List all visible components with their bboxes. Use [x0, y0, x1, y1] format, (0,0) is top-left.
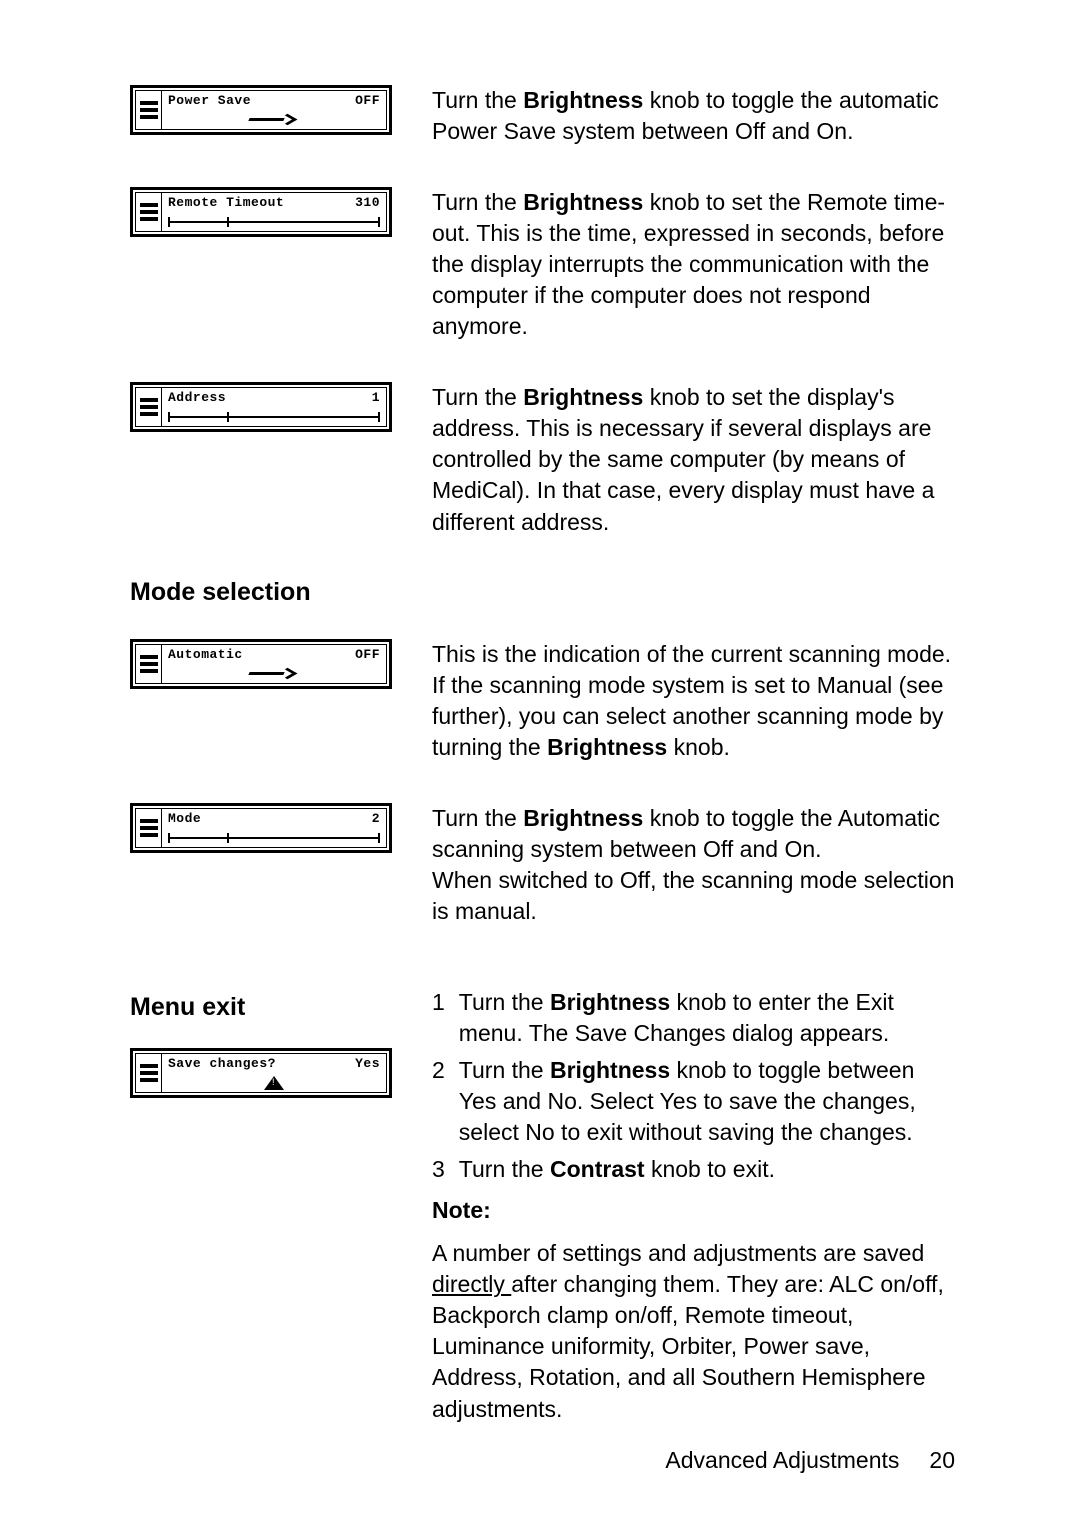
osd-value: 1: [372, 390, 380, 405]
menu-list-icon: [136, 645, 162, 683]
step-2: Turn the Brightness knob to toggle betwe…: [432, 1055, 955, 1148]
slider-icon: [168, 412, 380, 422]
osd-panel-address: Address 1: [130, 382, 392, 432]
menu-exit-steps: Turn the Brightness knob to enter the Ex…: [432, 987, 955, 1185]
menu-list-icon: [136, 91, 162, 129]
warning-icon: [264, 1076, 284, 1090]
osd-panel-power-save: Power Save OFF: [130, 85, 392, 135]
osd-label: Mode: [168, 811, 201, 826]
description-remote-timeout: Turn the Brightness knob to set the Remo…: [432, 187, 955, 342]
osd-label: Address: [168, 390, 226, 405]
note-body: A number of settings and adjustments are…: [432, 1238, 955, 1424]
note-label: Note:: [432, 1195, 955, 1226]
page-footer: Advanced Adjustments 20: [665, 1447, 955, 1474]
osd-label: Power Save: [168, 93, 251, 108]
osd-value: 310: [355, 195, 380, 210]
menu-list-icon: [136, 1054, 162, 1092]
menu-list-icon: [136, 809, 162, 847]
slider-icon: [168, 217, 380, 227]
osd-value: Yes: [355, 1056, 380, 1071]
footer-page-number: 20: [929, 1447, 955, 1474]
osd-value: 2: [372, 811, 380, 826]
step-3: Turn the Contrast knob to exit.: [432, 1154, 955, 1185]
swoosh-icon: [249, 668, 299, 680]
description-address: Turn the Brightness knob to set the disp…: [432, 382, 955, 537]
osd-label: Automatic: [168, 647, 243, 662]
osd-panel-save-changes: Save changes? Yes: [130, 1048, 392, 1098]
heading-menu-exit: Menu exit: [130, 993, 392, 1022]
osd-value: OFF: [355, 93, 380, 108]
menu-list-icon: [136, 193, 162, 231]
menu-list-icon: [136, 388, 162, 426]
slider-icon: [168, 833, 380, 843]
description-mode: Turn the Brightness knob to toggle the A…: [432, 803, 955, 927]
osd-label: Remote Timeout: [168, 195, 284, 210]
footer-section: Advanced Adjustments: [665, 1447, 899, 1474]
swoosh-icon: [249, 114, 299, 126]
description-automatic: This is the indication of the current sc…: [432, 639, 955, 763]
osd-panel-automatic: Automatic OFF: [130, 639, 392, 689]
osd-panel-remote-timeout: Remote Timeout 310: [130, 187, 392, 237]
osd-label: Save changes?: [168, 1056, 276, 1071]
step-1: Turn the Brightness knob to enter the Ex…: [432, 987, 955, 1049]
osd-value: OFF: [355, 647, 380, 662]
osd-panel-mode: Mode 2: [130, 803, 392, 853]
description-power-save: Turn the Brightness knob to toggle the a…: [432, 85, 955, 147]
heading-mode-selection: Mode selection: [130, 578, 955, 607]
